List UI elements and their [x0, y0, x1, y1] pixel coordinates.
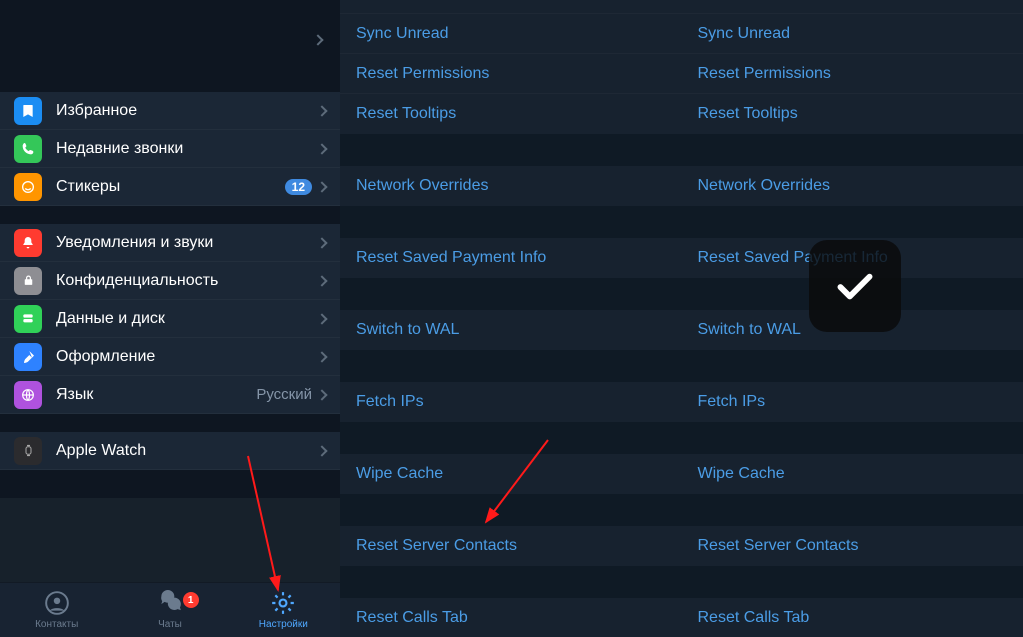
sidebar-item-label: Конфиденциальность — [56, 272, 318, 290]
debug-sync-unread[interactable]: Sync Unread — [682, 14, 1023, 54]
gear-icon — [270, 590, 296, 616]
sidebar-item-value: Русский — [256, 386, 312, 403]
debug-reset-server-contacts[interactable]: Reset Server Contacts — [682, 526, 1023, 566]
debug-reset-permissions[interactable]: Reset Permissions — [340, 54, 682, 94]
storage-icon — [14, 305, 42, 333]
debug-panel: Sync Unread Reset Permissions Reset Tool… — [340, 0, 1023, 637]
sidebar-item-language[interactable]: Язык Русский — [0, 376, 340, 414]
badge: 12 — [285, 179, 312, 195]
tab-bar: Контакты 1 Чаты Настройки — [0, 582, 340, 637]
debug-wipe-cache[interactable]: Wipe Cache — [682, 454, 1023, 494]
unread-badge: 1 — [183, 592, 199, 608]
watch-icon — [14, 437, 42, 465]
debug-reset-permissions[interactable]: Reset Permissions — [682, 54, 1023, 94]
sidebar-item-saved-messages[interactable]: Избранное — [0, 92, 340, 130]
sidebar-item-recent-calls[interactable]: Недавние звонки — [0, 130, 340, 168]
chevron-right-icon — [316, 445, 327, 456]
bell-icon — [14, 229, 42, 257]
settings-sidebar: Избранное Недавние звонки Стикеры 12 — [0, 0, 340, 637]
sidebar-item-stickers[interactable]: Стикеры 12 — [0, 168, 340, 206]
sticker-icon — [14, 173, 42, 201]
debug-fetch-ips[interactable]: Fetch IPs — [340, 382, 682, 422]
sidebar-item-label: Недавние звонки — [56, 140, 318, 158]
sidebar-item-label: Apple Watch — [56, 442, 318, 460]
debug-sync-unread[interactable]: Sync Unread — [340, 14, 682, 54]
tab-contacts[interactable]: Контакты — [0, 590, 113, 630]
chevron-right-icon — [316, 143, 327, 154]
sidebar-item-label: Стикеры — [56, 178, 285, 196]
debug-network-overrides[interactable]: Network Overrides — [340, 166, 682, 206]
debug-switch-to-wal[interactable]: Switch to WAL — [340, 310, 682, 350]
sidebar-item-label: Язык — [56, 386, 256, 404]
tab-chats[interactable]: 1 Чаты — [113, 590, 226, 630]
debug-fetch-ips[interactable]: Fetch IPs — [682, 382, 1023, 422]
sidebar-item-appearance[interactable]: Оформление — [0, 338, 340, 376]
sidebar-item-label: Уведомления и звуки — [56, 234, 318, 252]
sidebar-item-privacy[interactable]: Конфиденциальность — [0, 262, 340, 300]
bookmark-icon — [14, 97, 42, 125]
chat-bubbles-icon — [157, 590, 183, 616]
person-icon — [44, 590, 70, 616]
chevron-right-icon — [316, 389, 327, 400]
profile-section-placeholder — [0, 0, 340, 92]
debug-wipe-cache[interactable]: Wipe Cache — [340, 454, 682, 494]
tab-settings[interactable]: Настройки — [227, 590, 340, 630]
sidebar-item-label: Данные и диск — [56, 310, 318, 328]
debug-reset-tooltips[interactable]: Reset Tooltips — [340, 94, 682, 134]
debug-reset-calls-tab[interactable]: Reset Calls Tab — [682, 598, 1023, 637]
brush-icon — [14, 343, 42, 371]
debug-network-overrides[interactable]: Network Overrides — [682, 166, 1023, 206]
debug-reset-calls-tab[interactable]: Reset Calls Tab — [340, 598, 682, 637]
debug-column-left: Sync Unread Reset Permissions Reset Tool… — [340, 0, 682, 637]
tab-label: Чаты — [158, 619, 182, 630]
chevron-right-icon — [314, 36, 326, 44]
chevron-right-icon — [316, 275, 327, 286]
debug-reset-server-contacts[interactable]: Reset Server Contacts — [340, 526, 682, 566]
chevron-right-icon — [316, 105, 327, 116]
lock-icon — [14, 267, 42, 295]
tab-label: Контакты — [35, 619, 78, 630]
checkmark-icon — [830, 261, 880, 311]
chevron-right-icon — [316, 237, 327, 248]
tab-label: Настройки — [259, 619, 308, 630]
sidebar-item-label: Оформление — [56, 348, 318, 366]
chevron-right-icon — [316, 351, 327, 362]
success-toast — [809, 240, 901, 332]
phone-icon — [14, 135, 42, 163]
chevron-right-icon — [316, 313, 327, 324]
sidebar-item-data-storage[interactable]: Данные и диск — [0, 300, 340, 338]
globe-icon — [14, 381, 42, 409]
chevron-right-icon — [316, 181, 327, 192]
debug-reset-saved-payment[interactable]: Reset Saved Payment Info — [340, 238, 682, 278]
sidebar-item-notifications[interactable]: Уведомления и звуки — [0, 224, 340, 262]
sidebar-item-label: Избранное — [56, 102, 318, 120]
debug-reset-tooltips[interactable]: Reset Tooltips — [682, 94, 1023, 134]
sidebar-item-apple-watch[interactable]: Apple Watch — [0, 432, 340, 470]
